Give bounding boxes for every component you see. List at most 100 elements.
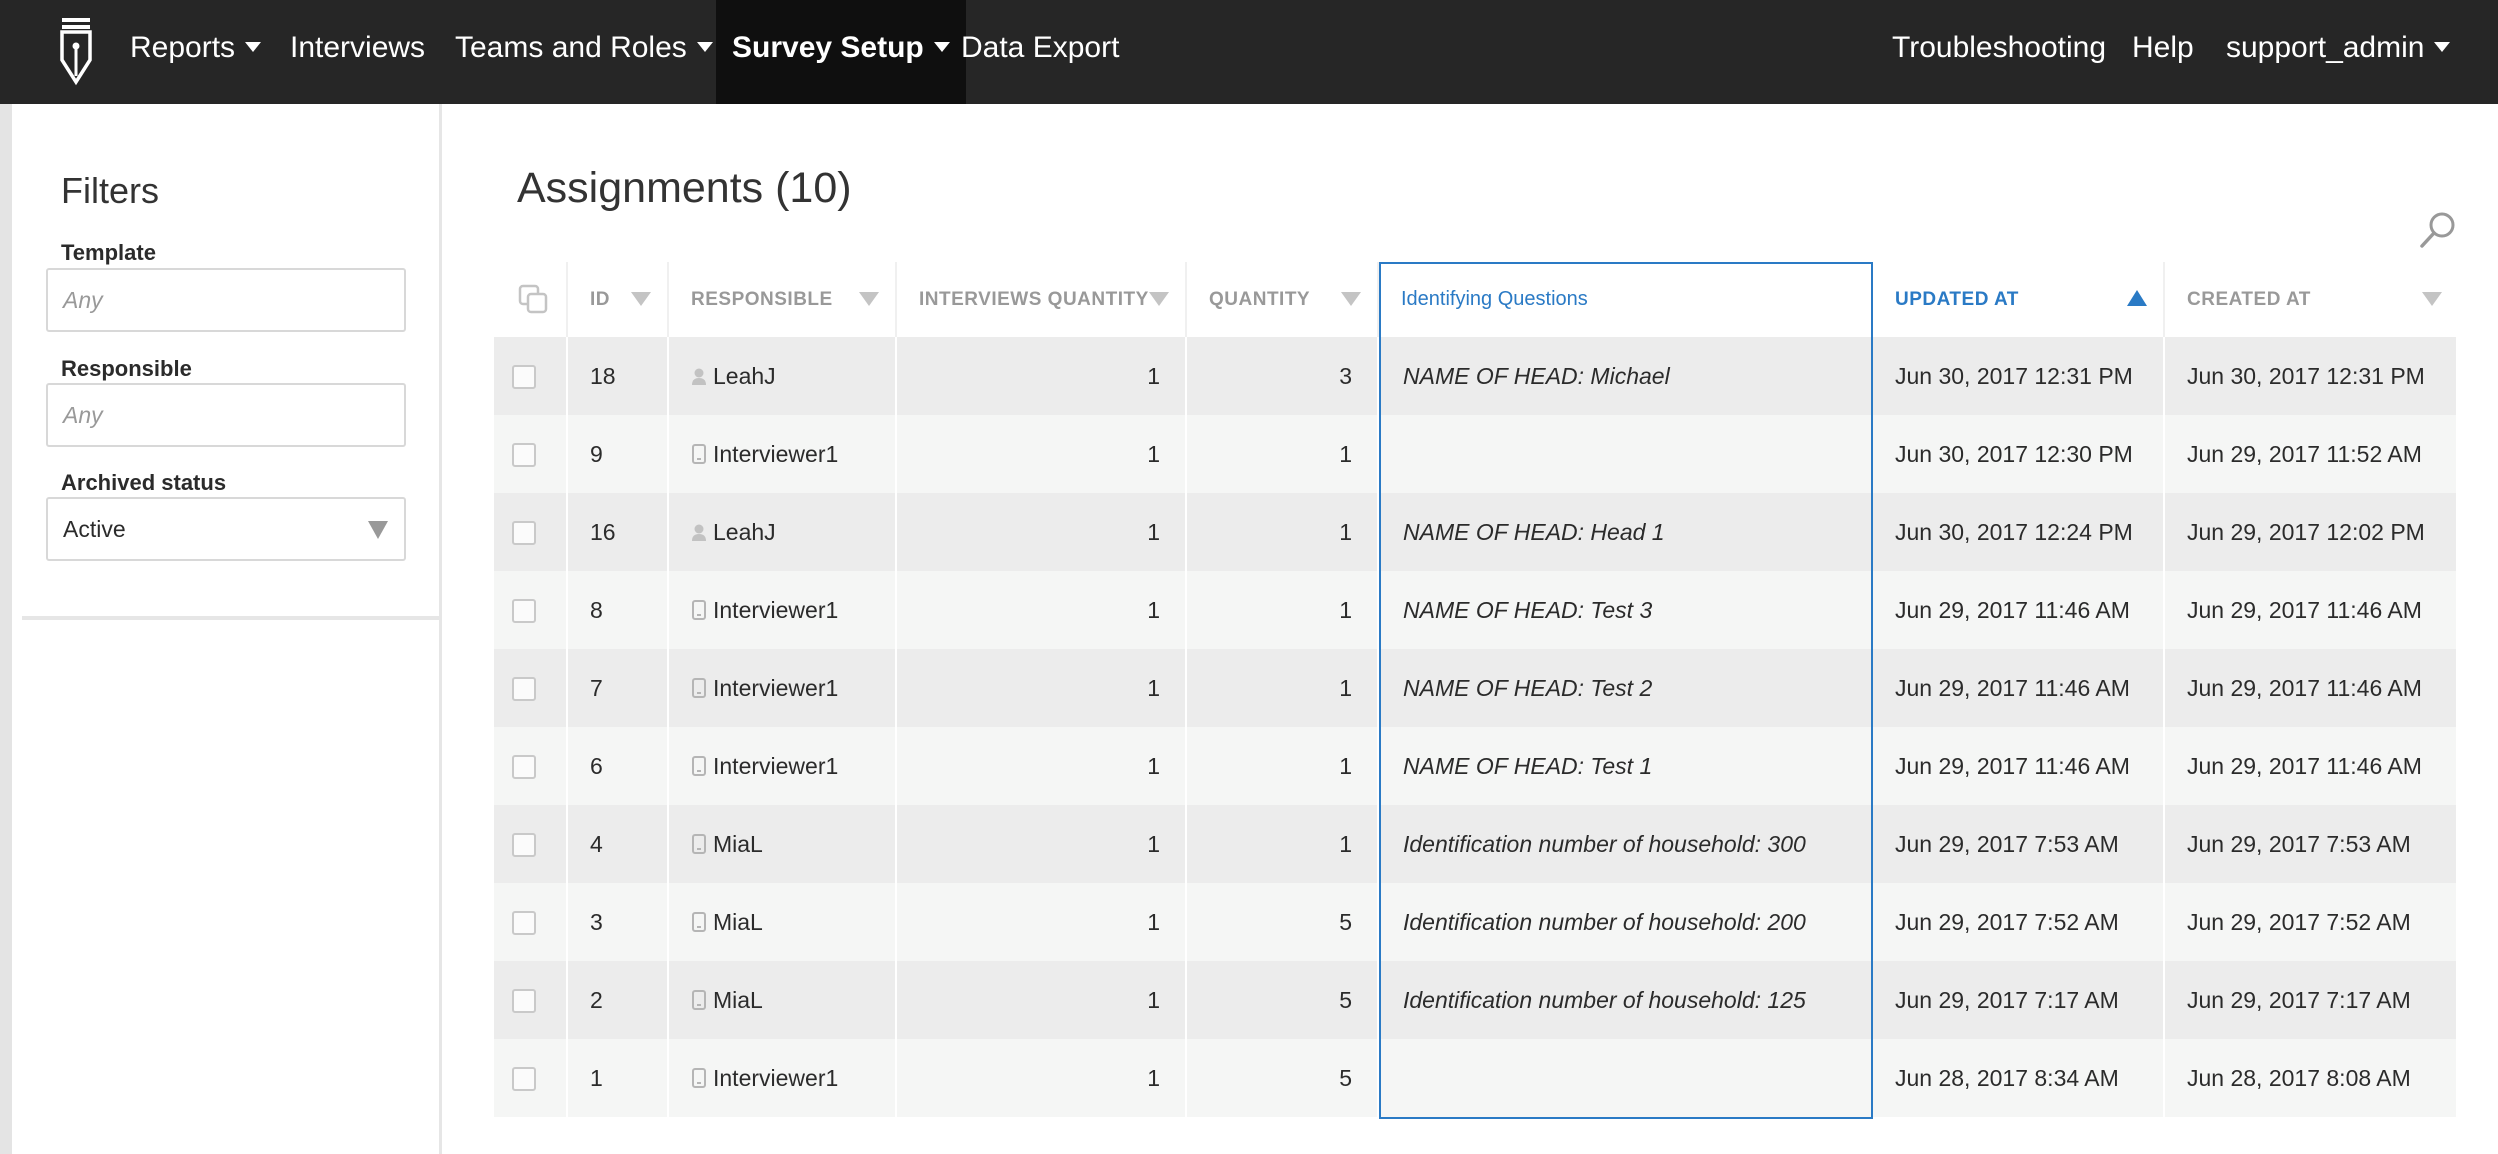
responsible-name: MiaL	[713, 831, 763, 857]
cell-responsible[interactable]: Interviewer1	[669, 415, 897, 493]
table-row[interactable]: 9 Interviewer1 1 1 Jun 30, 2017 12:30 PM Jun …	[494, 415, 2458, 493]
row-checkbox[interactable]	[512, 677, 536, 701]
nav-troubleshooting[interactable]: Troubleshooting	[1892, 0, 2106, 104]
column-header-created-at[interactable]: CREATED AT	[2165, 262, 2458, 337]
table-row[interactable]: 2 MiaL 1 5 Identification number of househol…	[494, 961, 2458, 1039]
template-input[interactable]: Any	[46, 268, 406, 332]
supervisor-person-icon	[692, 368, 706, 385]
cell-responsible[interactable]: Interviewer1	[669, 649, 897, 727]
table-row[interactable]: 6 Interviewer1 1 1 NAME OF HEAD: Test 1 Jun 2…	[494, 727, 2458, 805]
row-checkbox[interactable]	[512, 365, 536, 389]
table-row[interactable]: 7 Interviewer1 1 1 NAME OF HEAD: Test 2 Jun 2…	[494, 649, 2458, 727]
cell-created-at: Jun 29, 2017 12:02 PM	[2165, 493, 2458, 571]
cell-identifying-questions	[1379, 415, 1873, 493]
nav-user-menu[interactable]: support_admin	[2226, 0, 2451, 104]
responsible-name: MiaL	[713, 987, 763, 1013]
table-row[interactable]: 16 LeahJ 1 1 NAME OF HEAD: Head 1 Jun 30, 201…	[494, 493, 2458, 571]
tablet-icon	[692, 677, 706, 698]
cell-identifying-questions: NAME OF HEAD: Michael	[1379, 337, 1873, 415]
cell-interviews-quantity: 1	[897, 415, 1187, 493]
cell-responsible[interactable]: MiaL	[669, 961, 897, 1039]
column-header-id-label: ID	[590, 289, 610, 310]
nav-data-export-label: Data Export	[961, 31, 1120, 64]
nav-troubleshooting-label: Troubleshooting	[1892, 31, 2107, 64]
row-checkbox[interactable]	[512, 911, 536, 935]
nav-help[interactable]: Help	[2132, 0, 2194, 104]
cell-responsible[interactable]: LeahJ	[669, 337, 897, 415]
cell-id: 16	[568, 493, 669, 571]
column-header-interviews-quantity[interactable]: INTERVIEWS QUANTITY	[897, 262, 1187, 337]
cell-id: 3	[568, 883, 669, 961]
row-checkbox[interactable]	[512, 833, 536, 857]
cell-responsible[interactable]: Interviewer1	[669, 1039, 897, 1117]
row-checkbox[interactable]	[512, 1067, 536, 1091]
cell-created-at: Jun 29, 2017 7:53 AM	[2165, 805, 2458, 883]
responsible-input[interactable]: Any	[46, 383, 406, 447]
cell-updated-at: Jun 29, 2017 7:17 AM	[1873, 961, 2165, 1039]
cell-responsible[interactable]: MiaL	[669, 805, 897, 883]
sidebar-divider	[22, 616, 442, 620]
table-row[interactable]: 1 Interviewer1 1 5 Jun 28, 2017 8:34 AM Jun 2…	[494, 1039, 2458, 1117]
archived-status-select[interactable]: Active	[46, 497, 406, 561]
dropdown-arrow-icon	[368, 521, 388, 539]
nav-reports[interactable]: Reports	[130, 0, 262, 104]
column-header-created-at-label: CREATED AT	[2187, 289, 2311, 310]
nav-survey-setup[interactable]: Survey Setup	[716, 0, 966, 104]
sort-ascending-icon	[2127, 290, 2147, 306]
responsible-name: Interviewer1	[713, 675, 839, 701]
cell-quantity: 5	[1187, 961, 1379, 1039]
tablet-icon	[692, 443, 706, 464]
search-icon[interactable]	[2418, 210, 2458, 250]
select-all-header[interactable]	[494, 262, 568, 337]
cell-updated-at: Jun 29, 2017 11:46 AM	[1873, 571, 2165, 649]
column-header-interviews-quantity-label: INTERVIEWS QUANTITY	[919, 289, 1149, 310]
cell-responsible[interactable]: MiaL	[669, 883, 897, 961]
top-navbar: Reports Interviews Teams and Roles Surve…	[0, 0, 2498, 104]
pen-nib-logo-icon[interactable]	[58, 16, 94, 86]
cell-responsible[interactable]: LeahJ	[669, 493, 897, 571]
chevron-down-icon	[2434, 42, 2451, 53]
sort-caret-icon	[2422, 292, 2442, 306]
cell-id: 7	[568, 649, 669, 727]
row-checkbox[interactable]	[512, 521, 536, 545]
nav-interviews[interactable]: Interviews	[290, 0, 425, 104]
sort-caret-icon	[859, 292, 879, 306]
column-header-responsible[interactable]: RESPONSIBLE	[669, 262, 897, 337]
responsible-name: LeahJ	[713, 363, 776, 389]
cell-id: 1	[568, 1039, 669, 1117]
nav-survey-setup-label: Survey Setup	[732, 31, 924, 64]
chevron-down-icon	[245, 42, 262, 53]
filters-title: Filters	[61, 170, 159, 211]
column-header-identifying-questions-label: Identifying Questions	[1401, 288, 1588, 310]
table-row[interactable]: 18 LeahJ 1 3 NAME OF HEAD: Michael Jun 30, 20…	[494, 337, 2458, 415]
column-header-quantity[interactable]: QUANTITY	[1187, 262, 1379, 337]
cell-responsible[interactable]: Interviewer1	[669, 727, 897, 805]
cell-updated-at: Jun 30, 2017 12:31 PM	[1873, 337, 2165, 415]
column-header-identifying-questions[interactable]: Identifying Questions	[1379, 262, 1873, 337]
cell-quantity: 1	[1187, 571, 1379, 649]
responsible-name: Interviewer1	[713, 597, 839, 623]
cell-quantity: 1	[1187, 415, 1379, 493]
row-checkbox[interactable]	[512, 599, 536, 623]
column-header-id[interactable]: ID	[568, 262, 669, 337]
sort-caret-icon	[1149, 292, 1169, 306]
table-row[interactable]: 4 MiaL 1 1 Identification number of househol…	[494, 805, 2458, 883]
table-row[interactable]: 8 Interviewer1 1 1 NAME OF HEAD: Test 3 Jun 2…	[494, 571, 2458, 649]
row-checkbox[interactable]	[512, 443, 536, 467]
row-checkbox[interactable]	[512, 755, 536, 779]
table-header: ID RESPONSIBLE INTERVIEWS QUANTITY QUANT…	[494, 262, 2458, 337]
nav-teams-and-roles[interactable]: Teams and Roles	[455, 0, 713, 104]
nav-user-label: support_admin	[2226, 31, 2425, 64]
select-all-icon[interactable]	[518, 284, 548, 314]
row-checkbox[interactable]	[512, 989, 536, 1013]
cell-updated-at: Jun 28, 2017 8:34 AM	[1873, 1039, 2165, 1117]
cell-responsible[interactable]: Interviewer1	[669, 571, 897, 649]
table-row[interactable]: 3 MiaL 1 5 Identification number of househol…	[494, 883, 2458, 961]
cell-identifying-questions: Identification number of household: 200	[1379, 883, 1873, 961]
responsible-name: Interviewer1	[713, 753, 839, 779]
column-header-responsible-label: RESPONSIBLE	[691, 289, 833, 310]
nav-data-export[interactable]: Data Export	[961, 0, 1119, 104]
cell-interviews-quantity: 1	[897, 493, 1187, 571]
cell-identifying-questions: NAME OF HEAD: Head 1	[1379, 493, 1873, 571]
column-header-updated-at[interactable]: UPDATED AT	[1873, 262, 2165, 337]
